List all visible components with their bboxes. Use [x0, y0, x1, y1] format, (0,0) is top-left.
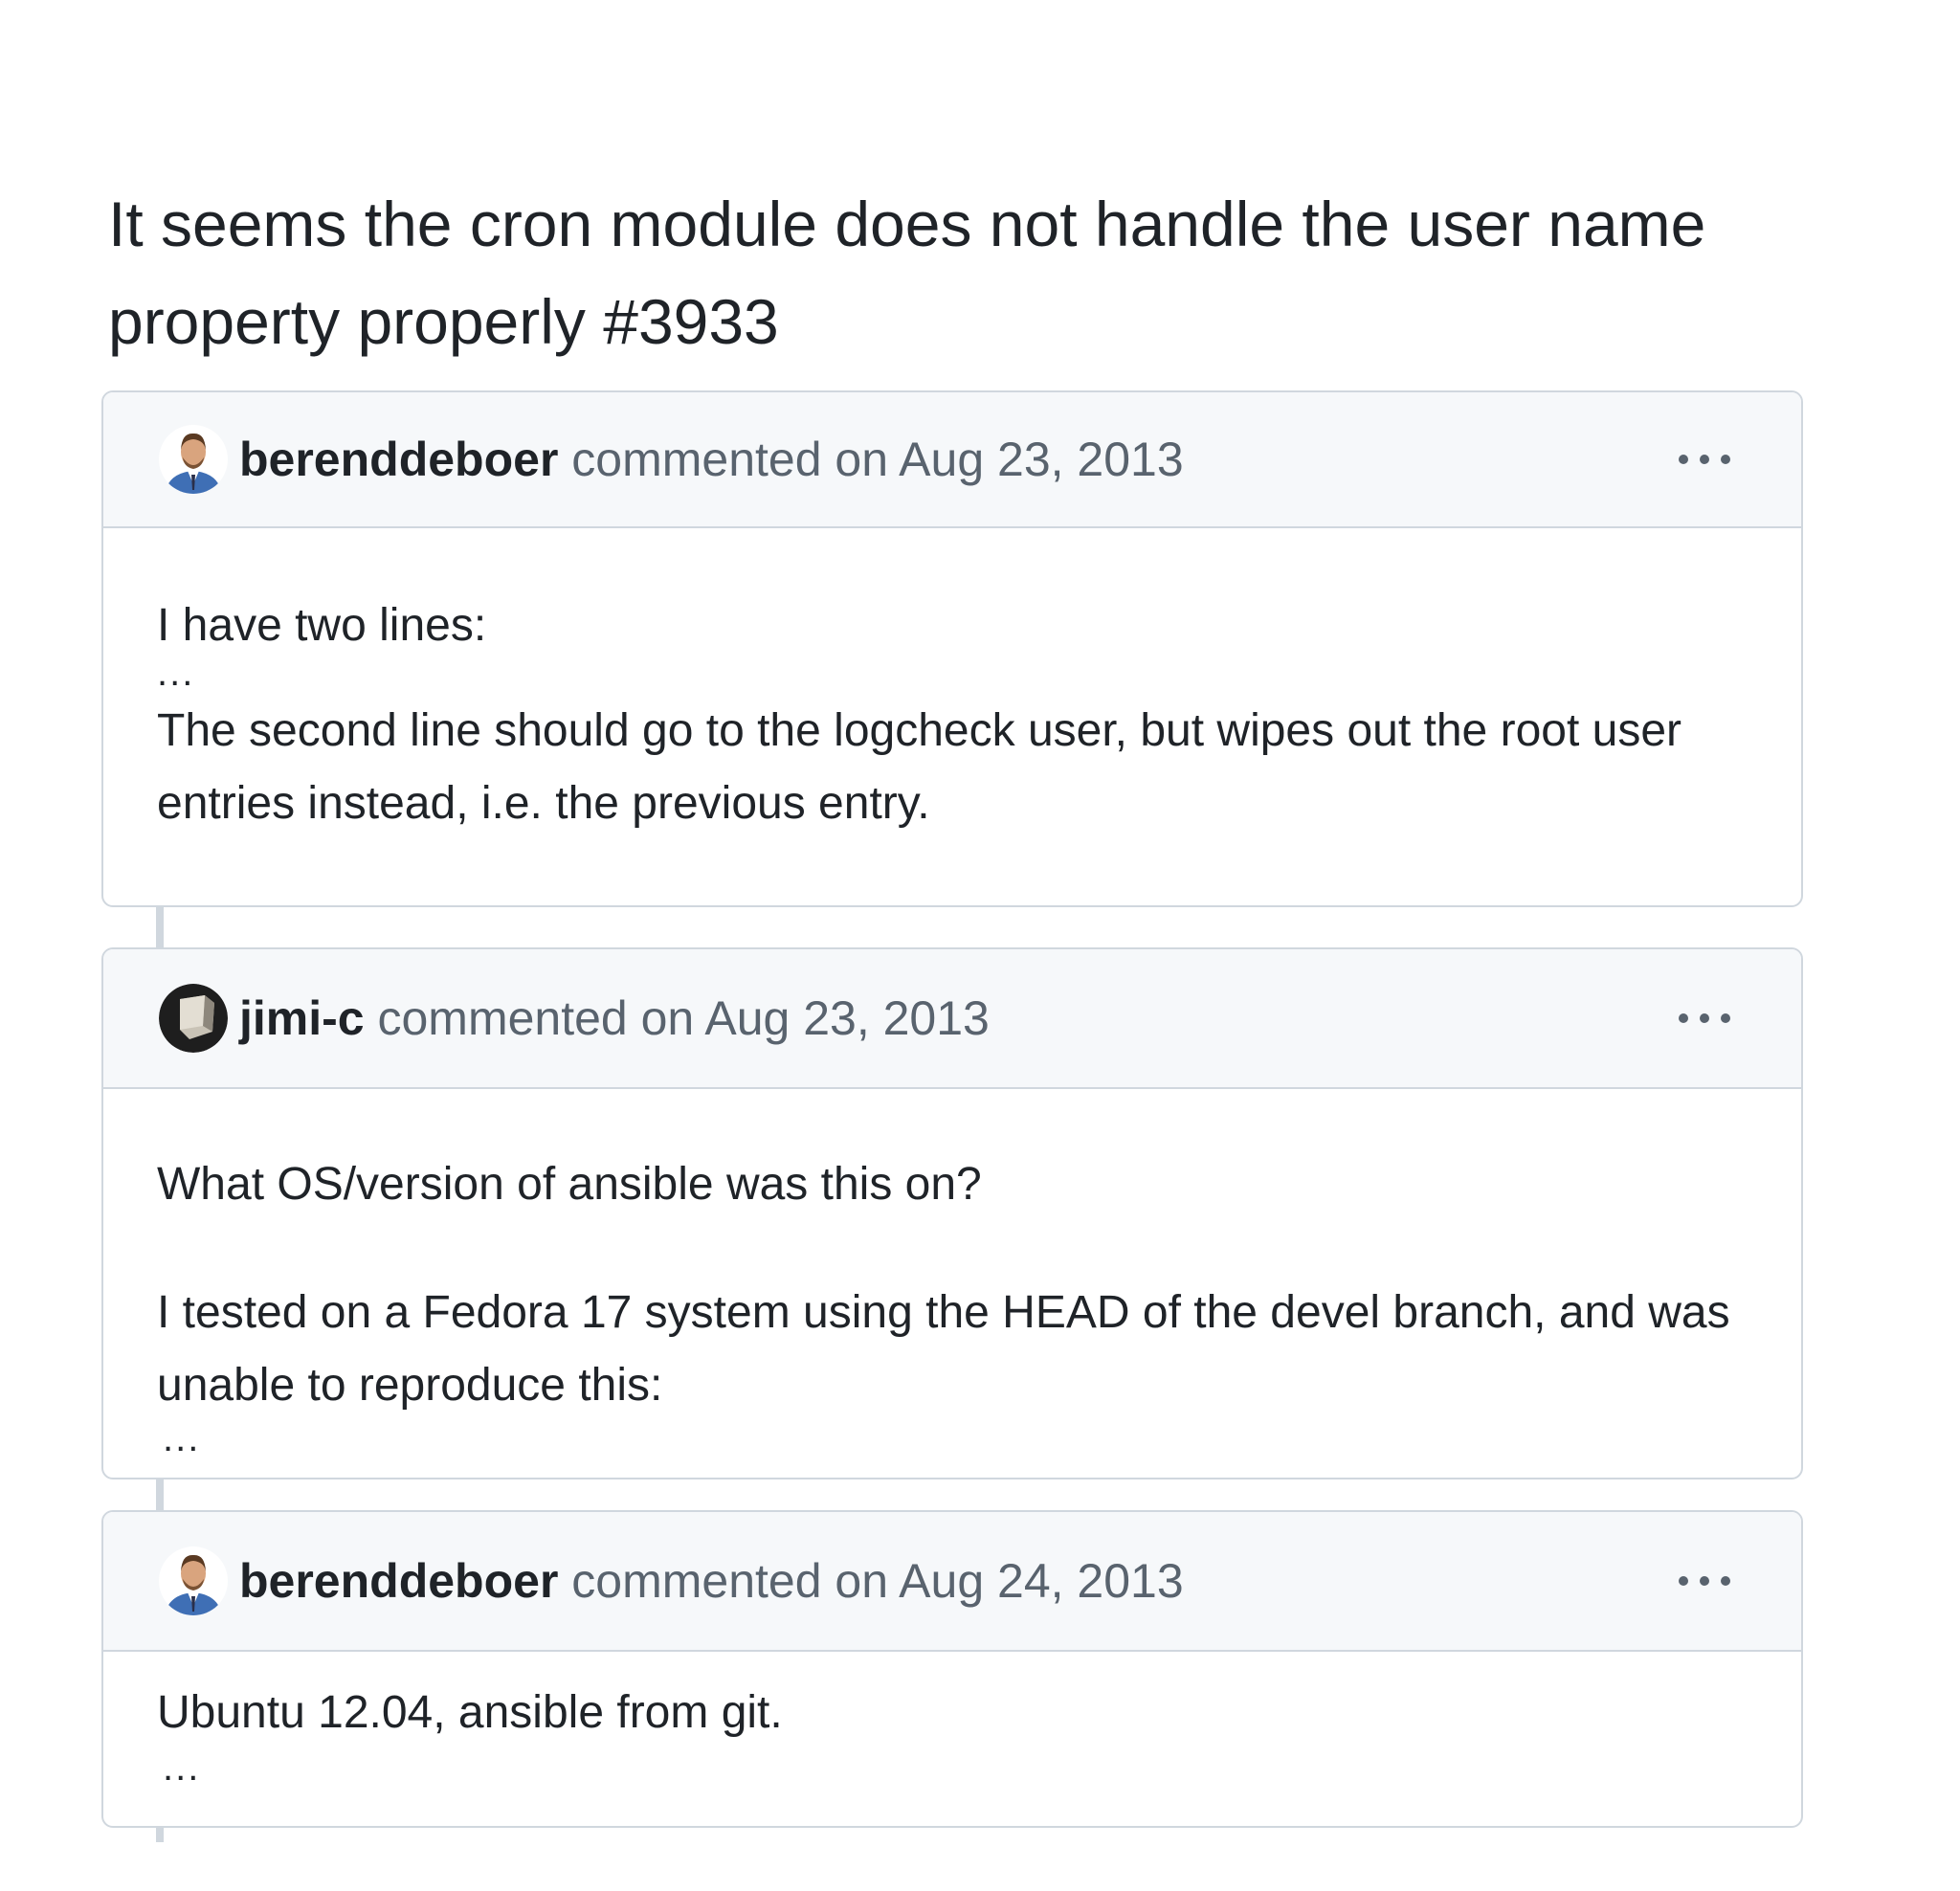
comment-body: What OS/version of ansible was this on? …: [103, 1089, 1801, 1459]
comment-body: Ubuntu 12.04, ansible from git. ...: [103, 1652, 1801, 1789]
comment-meta: commented on Aug 23, 2013: [364, 991, 990, 1045]
comment-text: I tested on a Fedora 17 system using the…: [157, 1287, 1730, 1411]
comment-text: What OS/version of ansible was this on?: [157, 1159, 982, 1210]
kebab-menu-icon[interactable]: [1669, 1004, 1740, 1033]
comment-ellipsis: ...: [163, 1417, 201, 1459]
comment-header: berenddeboer commented on Aug 23, 2013: [103, 392, 1801, 528]
comment-meta: commented on Aug 24, 2013: [558, 1554, 1184, 1608]
comment-body: I have two lines: ... The second line sh…: [103, 528, 1801, 840]
comment-header-text: berenddeboer commented on Aug 24, 2013: [239, 1552, 1184, 1610]
comment: jimi-c commented on Aug 23, 2013 What OS…: [101, 947, 1803, 1479]
comment-meta: commented on Aug 23, 2013: [558, 433, 1184, 486]
kebab-menu-icon[interactable]: [1669, 445, 1740, 474]
comment: berenddeboer commented on Aug 24, 2013 U…: [101, 1510, 1803, 1828]
kebab-menu-icon[interactable]: [1669, 1567, 1740, 1595]
comment-header-text: berenddeboer commented on Aug 23, 2013: [239, 431, 1184, 488]
comment-text: The second line should go to the logchec…: [157, 705, 1682, 829]
author-name[interactable]: berenddeboer: [239, 1554, 558, 1608]
comment-text: I have two lines:: [157, 600, 487, 651]
avatar[interactable]: [159, 1546, 228, 1615]
author-name[interactable]: jimi-c: [239, 991, 365, 1045]
comment-header-text: jimi-c commented on Aug 23, 2013: [239, 990, 990, 1047]
comment-ellipsis: ...: [163, 1746, 201, 1789]
issue-title: It seems the cron module does not handle…: [108, 189, 1706, 357]
avatar[interactable]: [159, 425, 228, 494]
comment-text: Ubuntu 12.04, ansible from git.: [157, 1687, 783, 1738]
comment-header: jimi-c commented on Aug 23, 2013: [103, 949, 1801, 1089]
author-name[interactable]: berenddeboer: [239, 433, 558, 486]
comment-ellipsis: ...: [157, 652, 195, 694]
comment: berenddeboer commented on Aug 23, 2013 I…: [101, 390, 1803, 907]
avatar[interactable]: [159, 984, 228, 1053]
comment-header: berenddeboer commented on Aug 24, 2013: [103, 1512, 1801, 1652]
